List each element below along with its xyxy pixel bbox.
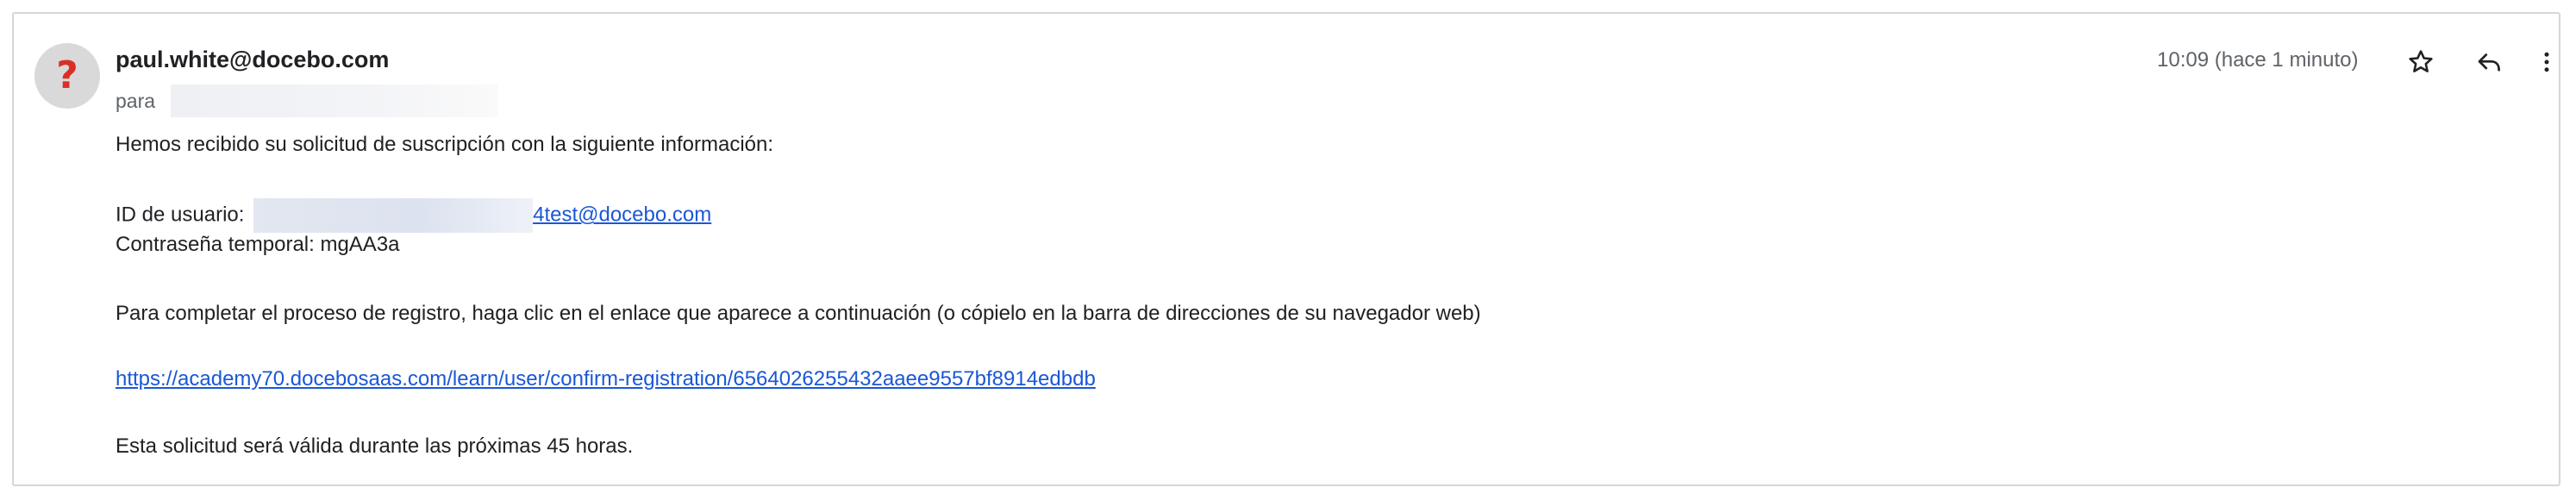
star-button[interactable] bbox=[2402, 43, 2440, 81]
to-label: para bbox=[116, 89, 156, 112]
instructions-text: Para completar el proceso de registro, h… bbox=[116, 302, 1481, 325]
reply-icon bbox=[2478, 53, 2500, 72]
sender-avatar[interactable]: ? bbox=[34, 43, 100, 109]
more-vert-icon bbox=[2544, 52, 2549, 72]
email-message-card: ? paul.white@docebo.com para 10:09 (hace… bbox=[12, 12, 2560, 486]
intro-text: Hemos recibido su solicitud de suscripci… bbox=[116, 133, 774, 156]
redacted-user-id bbox=[253, 198, 534, 233]
redacted-recipient bbox=[171, 84, 499, 117]
confirm-link-line: https://academy70.docebosaas.com/learn/u… bbox=[116, 367, 1096, 391]
user-id-label: ID de usuario: bbox=[116, 203, 245, 227]
user-id-line: ID de usuario: 4test@docebo.com bbox=[116, 198, 711, 233]
unknown-sender-glyph: ? bbox=[56, 53, 78, 97]
confirm-registration-link[interactable]: https://academy70.docebosaas.com/learn/u… bbox=[116, 367, 1096, 391]
message-timestamp[interactable]: 10:09 (hace 1 minuto) bbox=[2157, 48, 2358, 72]
recipient-line[interactable]: para bbox=[116, 84, 499, 117]
sender-email[interactable]: paul.white@docebo.com bbox=[116, 47, 389, 73]
user-id-link[interactable]: 4test@docebo.com bbox=[533, 203, 711, 226]
validity-text: Esta solicitud será válida durante las p… bbox=[116, 434, 634, 458]
star-icon bbox=[2409, 50, 2433, 72]
reply-button[interactable] bbox=[2471, 43, 2509, 81]
temp-password-text: Contraseña temporal: mgAA3a bbox=[116, 233, 400, 256]
more-options-button[interactable] bbox=[2528, 43, 2566, 81]
